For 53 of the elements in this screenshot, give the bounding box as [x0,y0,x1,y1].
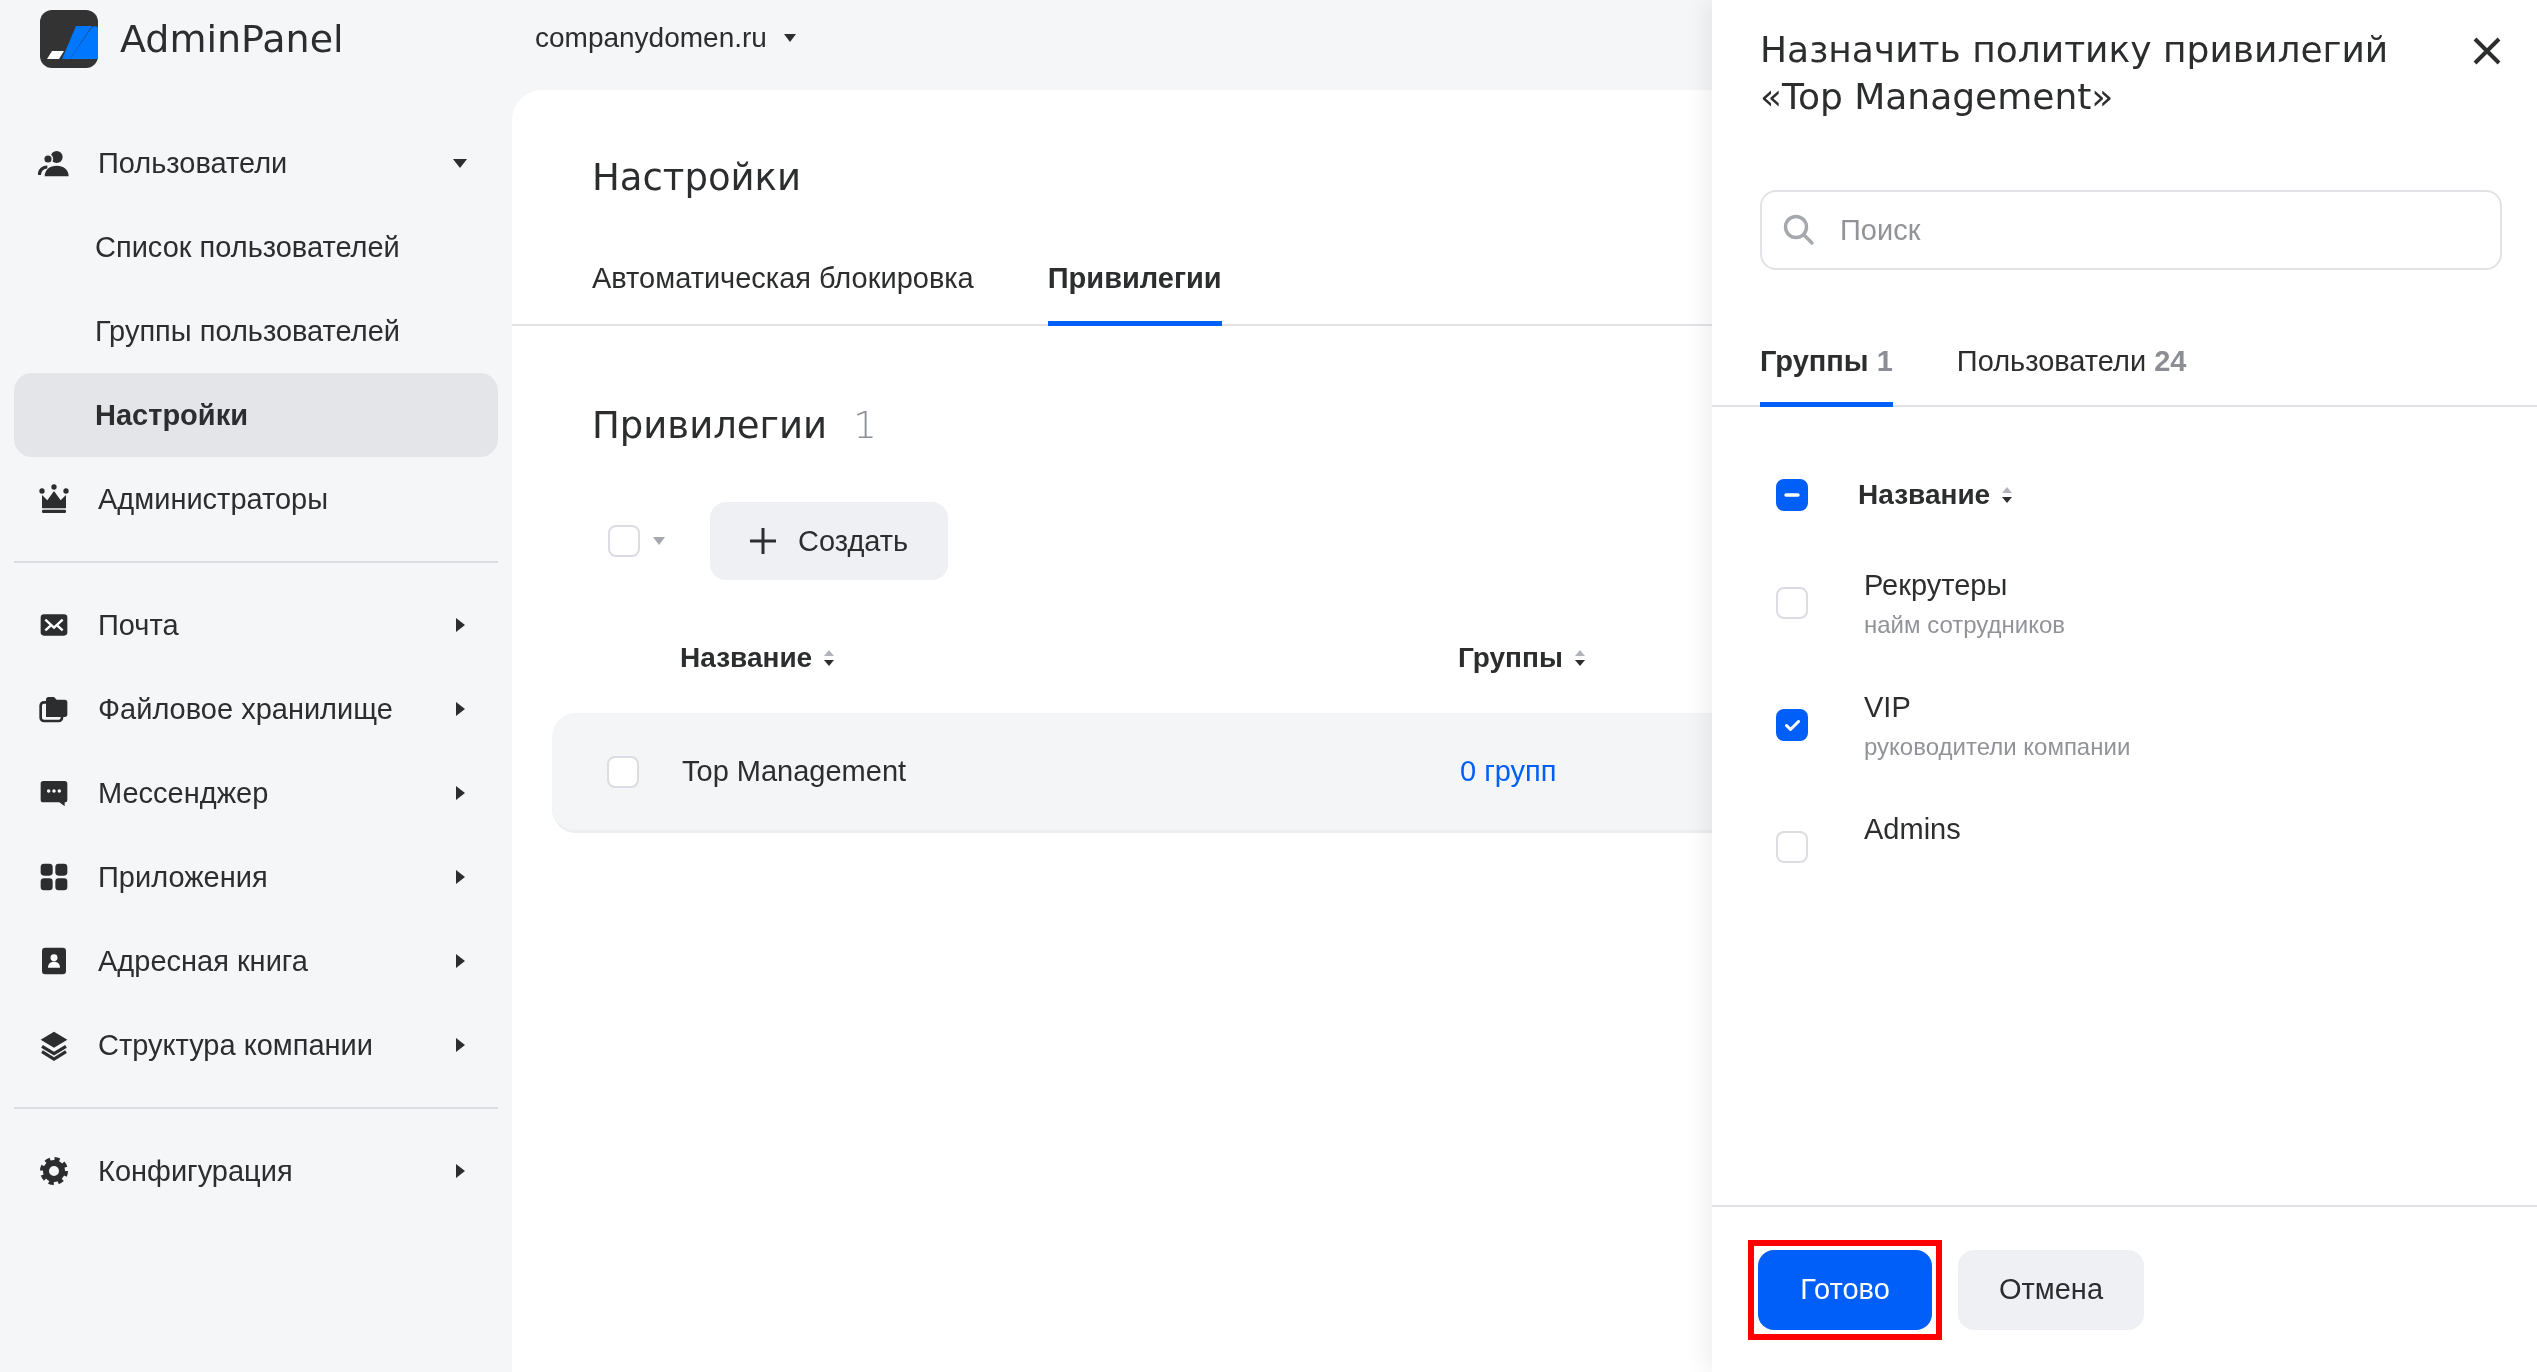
domain-selector[interactable]: companydomen.ru [535,22,797,68]
brand-name: AdminPanel [120,17,344,61]
grid-icon [38,861,70,893]
gear-icon [38,1155,70,1187]
nav-item[interactable]: Администраторы [14,457,498,541]
column-header[interactable]: Название [1858,479,2015,511]
group-name: VIP [1864,690,1912,725]
caret-down-icon[interactable] [652,536,666,546]
create-button[interactable]: Создать [710,502,949,580]
section-title: Привилегии [592,404,828,447]
nav-item[interactable]: Структура компании [14,1003,498,1087]
dash-icon [1784,493,1800,497]
column-header[interactable]: Группы [1458,642,1587,674]
tab[interactable]: Пользователи 24 [1956,345,2187,407]
nav-item[interactable]: Файловое хранилище [14,667,498,751]
tab[interactable]: Привилегии [1047,262,1222,326]
cancel-button[interactable]: Отмена [1958,1249,2144,1330]
search-field[interactable]: Поиск [1760,190,2502,270]
row-checkbox[interactable] [607,755,639,788]
checkbox[interactable] [1776,709,1808,741]
item-count: 1 [853,404,877,447]
sort-icon [822,648,837,668]
sort-icon [2000,485,2015,505]
nav-item[interactable]: Мессенджер [14,751,498,835]
page-title: Настройки [592,155,802,201]
done-button[interactable]: Готово [1758,1249,1932,1330]
tab[interactable]: Автоматическая блокировка [592,262,974,326]
plus-icon [748,526,778,556]
select-all-checkbox[interactable] [1776,479,1808,511]
group-name: Admins [1864,812,1961,847]
tab[interactable]: Группы 1 [1760,345,1893,407]
nav-subitem[interactable]: Настройки [14,373,498,457]
nav-subitem[interactable]: Список пользователей [14,205,498,289]
nav-item[interactable]: Пользователи [14,121,498,205]
caret-down-icon [782,33,797,43]
nav-item[interactable]: Почта [14,583,498,667]
check-icon [1784,719,1800,731]
sort-icon [1572,648,1587,668]
groups-link[interactable]: 0 групп [1460,755,1557,788]
nav-item[interactable]: Адресная книга [14,919,498,1003]
crown-icon [38,483,70,515]
group-description: руководители компании [1864,733,2131,761]
drawer-title: Назначить политику привилегий «Top Management» [1760,28,2390,119]
column-header[interactable]: Название [680,642,1458,674]
group-description: найм сотрудников [1864,611,2066,639]
logo-icon [40,10,98,68]
group-name: Рекрутеры [1864,568,2009,603]
nav-item[interactable]: Конфигурация [14,1129,498,1213]
close-icon[interactable] [2472,36,2502,66]
nav-subitem[interactable]: Группы пользователей [14,289,498,373]
nav-item[interactable]: Приложения [14,835,498,919]
table-cell-text: Top Management [682,755,908,788]
layers-icon [38,1029,70,1061]
